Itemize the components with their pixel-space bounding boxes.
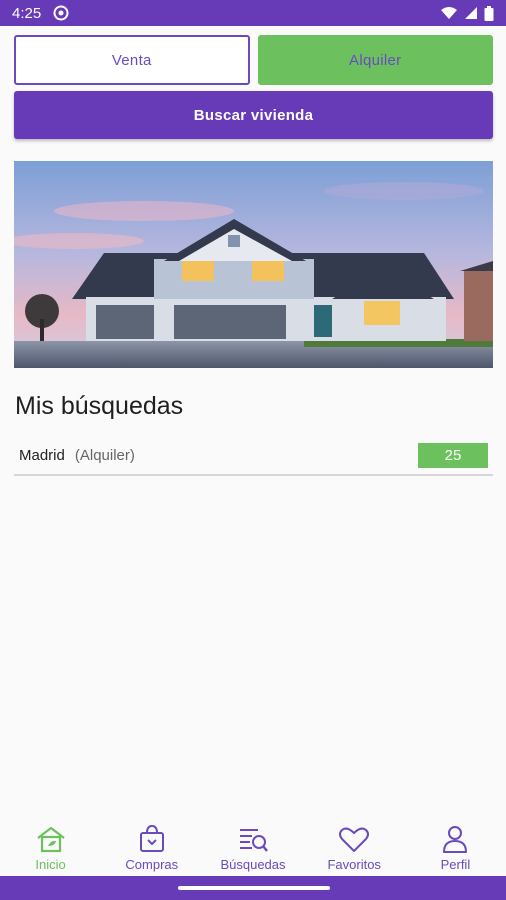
nav-label-inicio: Inicio <box>35 857 66 872</box>
nav-label-compras: Compras <box>125 857 179 872</box>
nav-item-perfil[interactable]: Perfil <box>405 818 506 876</box>
nav-item-favoritos[interactable]: Favoritos <box>304 818 405 876</box>
settings-notification-icon <box>53 5 69 21</box>
person-icon <box>443 826 468 853</box>
status-bar: 4:25 <box>0 0 506 26</box>
battery-icon <box>484 5 494 21</box>
nav-item-busquedas[interactable]: Búsquedas <box>202 818 303 876</box>
shopping-bag-icon <box>139 824 164 852</box>
operation-toggle: Venta Alquiler <box>14 35 493 85</box>
bottom-navigation: Inicio Compras Búsquedas Favoritos Perfi… <box>0 818 506 876</box>
saved-search-item[interactable]: Madrid (Alquiler) 25 <box>14 437 493 476</box>
saved-search-type: (Alquiler) <box>74 447 135 464</box>
nav-label-busquedas: Búsquedas <box>220 857 286 872</box>
alquiler-button[interactable]: Alquiler <box>257 35 493 85</box>
search-list-icon <box>240 829 268 852</box>
mis-busquedas-title: Mis búsquedas <box>15 392 184 420</box>
nav-label-favoritos: Favoritos <box>327 857 381 872</box>
nav-label-perfil: Perfil <box>440 857 471 872</box>
buscar-vivienda-button[interactable]: Buscar vivienda <box>14 91 493 139</box>
nav-item-inicio[interactable]: Inicio <box>0 818 101 876</box>
signal-icon <box>465 7 477 19</box>
saved-search-count-badge: 25 <box>418 443 488 468</box>
wifi-icon <box>441 7 457 19</box>
heart-icon <box>339 827 370 852</box>
nav-item-compras[interactable]: Compras <box>101 818 202 876</box>
home-gesture-handle[interactable] <box>178 886 330 890</box>
saved-search-city: Madrid <box>19 447 65 464</box>
system-navigation-bar <box>0 876 506 900</box>
venta-button[interactable]: Venta <box>14 35 250 85</box>
home-icon <box>36 826 65 853</box>
house-hero-image <box>14 161 493 368</box>
status-time: 4:25 <box>12 4 42 22</box>
